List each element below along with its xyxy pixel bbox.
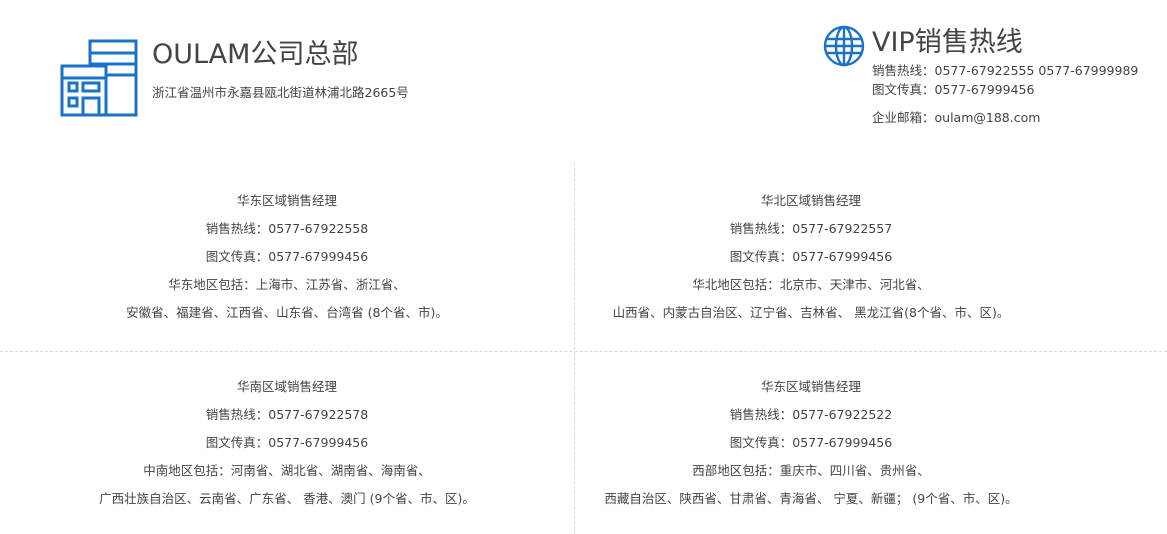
vip-block: VIP销售热线 销售热线：0577-67922555 0577-67999989… xyxy=(822,18,1162,128)
region-fax: 图文传真：0577-67999456 xyxy=(729,249,893,264)
region-east-card: 华东区域销售经理 销售热线：0577-67922558 图文传真：0577-67… xyxy=(0,187,574,327)
region-coverage-line2: 西藏自治区、陕西省、甘肃省、青海省、 宁夏、新疆； (9个省、市、区)。 xyxy=(604,491,1018,506)
region-title: 华东区域销售经理 xyxy=(760,379,861,394)
region-north-card: 华北区域销售经理 销售热线：0577-67922557 图文传真：0577-67… xyxy=(613,187,1167,327)
region-coverage-line1: 华北地区包括：北京市、天津市、河北省、 xyxy=(692,277,930,292)
building-icon xyxy=(60,39,138,117)
horizontal-divider xyxy=(0,351,1167,352)
hq-block: OULAM公司总部 浙江省温州市永嘉县瓯北街道林浦北路2665号 xyxy=(60,32,520,122)
region-hotline: 销售热线：0577-67922578 xyxy=(205,407,369,422)
region-coverage-line1: 中南地区包括：河南省、湖北省、湖南省、海南省、 xyxy=(143,463,431,478)
vip-title: VIP销售热线 xyxy=(872,27,1023,58)
region-hotline: 销售热线：0577-67922558 xyxy=(205,221,369,236)
region-fax: 图文传真：0577-67999456 xyxy=(205,435,369,450)
region-coverage-line2: 广西壮族自治区、云南省、广东省、 香港、澳门 (9个省、市、区)。 xyxy=(99,491,475,506)
globe-icon xyxy=(823,25,865,67)
region-hotline: 销售热线：0577-67922522 xyxy=(729,407,893,422)
region-coverage-line2: 山西省、内蒙古自治区、辽宁省、吉林省、 黑龙江省(8个省、市、区)。 xyxy=(612,305,1010,320)
region-title: 华北区域销售经理 xyxy=(760,193,861,208)
vip-fax: 图文传真：0577-67999456 xyxy=(872,82,1035,97)
region-title: 华东区域销售经理 xyxy=(236,193,337,208)
hq-address: 浙江省温州市永嘉县瓯北街道林浦北路2665号 xyxy=(152,85,409,100)
hq-title: OULAM公司总部 xyxy=(152,39,359,70)
region-title: 华南区域销售经理 xyxy=(236,379,337,394)
region-fax: 图文传真：0577-67999456 xyxy=(729,435,893,450)
region-west-card: 华东区域销售经理 销售热线：0577-67922522 图文传真：0577-67… xyxy=(604,373,1167,513)
region-hotline: 销售热线：0577-67922557 xyxy=(729,221,893,236)
vip-hotline: 销售热线：0577-67922555 0577-67999989 xyxy=(872,63,1139,78)
region-south-card: 华南区域销售经理 销售热线：0577-67922578 图文传真：0577-67… xyxy=(0,373,574,513)
vip-email: 企业邮箱：oulam@188.com xyxy=(872,110,1041,125)
region-coverage-line2: 安徽省、福建省、江西省、山东省、台湾省 (8个省、市)。 xyxy=(126,305,448,320)
region-coverage-line1: 华东地区包括：上海市、江苏省、浙江省、 xyxy=(168,277,406,292)
region-coverage-line1: 西部地区包括：重庆市、四川省、贵州省、 xyxy=(692,463,930,478)
region-fax: 图文传真：0577-67999456 xyxy=(205,249,369,264)
